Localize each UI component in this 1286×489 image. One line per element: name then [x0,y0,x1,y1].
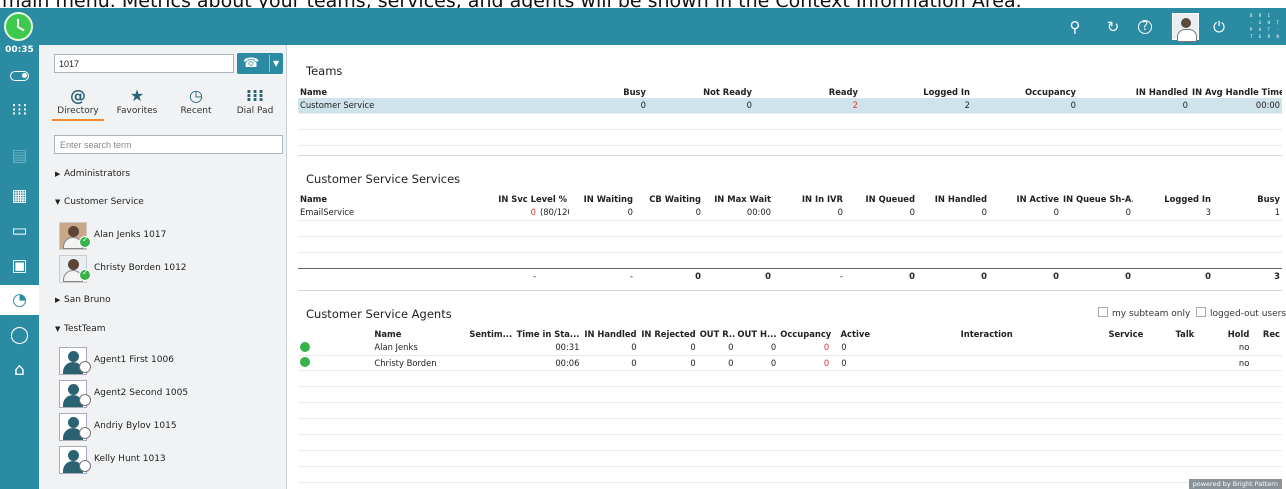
apps-grid-icon[interactable]: ⁝⁝⁝ [0,95,39,125]
avatar[interactable] [1172,13,1199,42]
dialpad-icon: ⁝⁝⁝ [245,86,265,105]
table-row[interactable]: Christy Borden 00:06 0 0 0 0 0 0 no [298,355,1282,371]
table-row[interactable]: EmailService 0 (80/120) 0 0 00:00 0 0 0 … [298,205,1282,221]
at-icon: @ [70,86,86,105]
search-icon[interactable]: ⚲ [1066,18,1084,36]
table-row[interactable]: Customer Service 0 0 2 2 0 0 00:00 [298,98,1282,114]
checkbox-icon[interactable] [1098,307,1108,317]
teams-title: Teams [306,64,343,78]
directory-contact[interactable]: Agent2 Second 1005 [59,380,269,408]
empty-row [298,252,1282,269]
services-title: Customer Service Services [306,172,461,186]
my-subteam-only-checkbox[interactable]: my subteam only [1098,307,1190,319]
directory-contact[interactable]: Alan Jenks 1017 [59,222,269,250]
collapse-arrow-icon: ▼ [55,198,61,206]
calendar-icon[interactable]: ▦ [0,181,39,211]
empty-row [298,402,1282,419]
home-icon[interactable]: ⌂ [0,355,39,385]
status-timer: 00:35 [5,45,34,55]
tab-recent[interactable]: ◷ Recent [170,86,222,119]
empty-row [298,386,1282,403]
clock-icon: ◷ [189,86,203,105]
group-customer-service[interactable]: ▼ Customer Service [55,197,144,207]
group-administrators[interactable]: ▶ Administrators [55,169,130,179]
tab-dial-pad[interactable]: ⁝⁝⁝ Dial Pad [229,86,281,119]
call-button[interactable]: ☎ ▼ [237,53,283,74]
available-status-icon [79,235,91,248]
refresh-icon[interactable]: ↻ [1104,18,1122,36]
empty-row [298,129,1282,146]
search-input[interactable] [54,135,283,154]
left-navigation-rail: 00:35 ⁝⁝⁝ ▤ ▦ ▭ ▣ ◔ ◯ ⌂ [0,45,39,489]
offline-status-icon [79,394,91,406]
available-status-icon [79,268,91,281]
directory-contact[interactable]: Christy Borden 1012 [59,255,269,283]
empty-row [298,220,1282,237]
directory-contact[interactable]: Andriy Bylov 1015 [59,413,269,441]
table-row[interactable]: Alan Jenks 00:31 0 0 0 0 0 0 no [298,340,1282,356]
group-san-bruno[interactable]: ▶ San Bruno [55,295,111,305]
agents-title: Customer Service Agents [306,307,452,321]
top-header-bar: ⚲ ↻ ? ⏻ B R I - G H T P A T - T E R N [0,8,1286,45]
empty-row [298,113,1282,130]
agents-table: Name Sentim... Time in Sta... IN Handled… [298,327,1282,489]
empty-row [298,450,1282,467]
section-divider [298,155,1282,156]
directory-panel: ☎ ▼ @ Directory ★ Favorites ◷ Recent ⁝⁝⁝… [39,45,287,489]
phone-icon: ☎ [243,56,260,71]
context-information-area: Teams Name Busy Not Ready Ready Logged I… [288,45,1286,489]
chat-icon[interactable]: ◯ [0,320,39,350]
supervision-icon[interactable]: ◔ [0,285,39,315]
powered-by-footer: powered by Bright Pattern [1188,479,1282,489]
notes-icon[interactable]: ▤ [0,141,39,171]
logged-out-users-checkbox[interactable]: logged-out users [1196,307,1286,319]
divider [269,55,270,72]
expand-arrow-icon: ▶ [55,170,61,178]
clock-logo-icon [4,12,33,41]
tab-directory[interactable]: @ Directory [52,86,104,121]
collapse-arrow-icon: ▼ [55,325,61,333]
empty-row [298,482,1282,489]
status-toggle-button[interactable] [0,61,39,91]
group-testteam[interactable]: ▼ TestTeam [55,324,106,334]
instruction-caption: main menu. Metrics about your teams, ser… [0,0,1286,8]
directory-contact[interactable]: Agent1 First 1006 [59,347,269,375]
contact-card-icon[interactable]: ▣ [0,251,39,281]
table-header-row: Name IN Svc Level % IN Waiting CB Waitin… [300,193,1280,204]
brand-logo: B R I - G H T P A T - T E R N [1250,13,1281,39]
ready-status-icon [300,341,310,352]
offline-status-icon [79,361,91,373]
inbox-icon[interactable]: ▭ [0,216,39,246]
empty-row [298,236,1282,253]
offline-status-icon [79,460,91,472]
empty-row [298,418,1282,435]
empty-row [298,434,1282,451]
ready-status-icon [300,357,310,367]
tab-favorites[interactable]: ★ Favorites [111,86,163,119]
power-icon[interactable]: ⏻ [1210,18,1228,36]
totals-row: - - 0 0 - 0 0 0 0 0 3 [532,270,1280,281]
services-table: Name IN Svc Level % IN Waiting CB Waitin… [298,192,1282,283]
checkbox-icon[interactable] [1196,307,1206,317]
star-icon: ★ [129,86,145,105]
empty-row [298,370,1282,387]
dial-number-input[interactable] [54,54,234,73]
section-divider [298,290,1282,291]
table-header-row: Name Sentim... Time in Sta... IN Handled… [374,328,1280,339]
directory-contact[interactable]: Kelly Hunt 1013 [59,446,269,474]
teams-table: Name Busy Not Ready Ready Logged In Occu… [298,85,1282,146]
offline-status-icon [79,427,91,439]
help-icon[interactable]: ? [1138,20,1152,34]
table-header-row: Name Busy Not Ready Ready Logged In Occu… [300,86,1282,97]
toggle-icon [10,71,29,81]
empty-row [298,466,1282,483]
chevron-down-icon[interactable]: ▼ [273,53,279,74]
expand-arrow-icon: ▶ [55,296,61,304]
